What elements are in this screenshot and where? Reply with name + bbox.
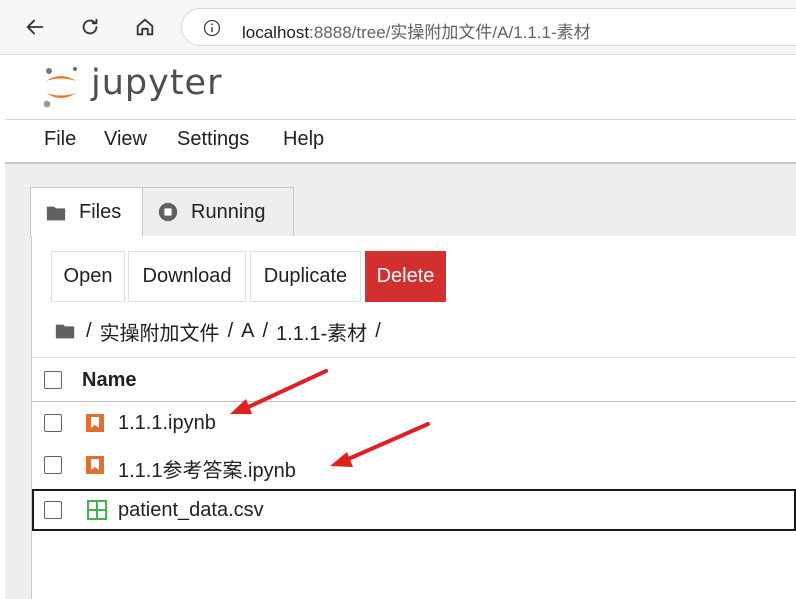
file-name[interactable]: patient_data.csv (118, 499, 264, 522)
jupyter-wordmark[interactable]: jupyter (91, 63, 222, 103)
spreadsheet-icon (87, 500, 107, 520)
notebook-icon (86, 414, 104, 432)
tab-files[interactable]: Files (30, 187, 143, 237)
row-checkbox[interactable] (44, 501, 62, 519)
reload-button[interactable] (73, 10, 107, 44)
breadcrumb-segment[interactable]: 1.1.1-素材 (276, 317, 367, 346)
select-all-checkbox[interactable] (44, 371, 62, 389)
notebook-icon (86, 456, 104, 474)
refresh-icon (82, 18, 98, 35)
breadcrumb-separator: / (86, 319, 92, 342)
breadcrumb: / 实操附加文件 / A / 1.1.1-素材 / (54, 317, 389, 346)
tab-running[interactable]: Running (142, 187, 294, 237)
tab-files-label: Files (79, 201, 122, 223)
arrow-left-icon (26, 19, 44, 35)
row-checkbox[interactable] (44, 456, 62, 474)
file-row-selected[interactable]: patient_data.csv (32, 489, 796, 531)
file-name[interactable]: 1.1.1.ipynb (118, 412, 216, 435)
menubar: File View Settings Help (5, 120, 796, 164)
back-button[interactable] (18, 10, 52, 44)
menu-settings[interactable]: Settings (177, 128, 249, 151)
breadcrumb-separator: / (375, 319, 381, 342)
folder-icon (46, 206, 66, 220)
url-path: :8888/tree/实操附加文件/A/1.1.1-素材 (309, 23, 591, 42)
stop-circle-icon (158, 202, 178, 222)
download-button[interactable]: Download (128, 251, 246, 302)
home-icon (136, 18, 154, 36)
jupyter-header: jupyter (5, 55, 796, 120)
menu-file[interactable]: File (44, 128, 76, 151)
breadcrumb-segment[interactable]: A (241, 320, 254, 343)
row-checkbox[interactable] (44, 414, 62, 432)
file-name[interactable]: 1.1.1参考答案.ipynb (118, 454, 296, 483)
breadcrumb-segment[interactable]: 实操附加文件 (100, 317, 220, 346)
duplicate-button[interactable]: Duplicate (250, 251, 361, 302)
file-row[interactable]: 1.1.1.ipynb (32, 402, 796, 444)
menu-view[interactable]: View (104, 128, 147, 151)
file-row[interactable]: 1.1.1参考答案.ipynb (32, 444, 796, 486)
breadcrumb-separator: / (262, 319, 269, 342)
browser-toolbar: localhost:8888/tree/实操附加文件/A/1.1.1-素材 (0, 0, 796, 55)
url-text[interactable]: localhost:8888/tree/实操附加文件/A/1.1.1-素材 (242, 18, 591, 43)
info-icon[interactable] (202, 18, 222, 38)
open-button[interactable]: Open (51, 251, 125, 302)
tab-running-label: Running (191, 200, 266, 223)
delete-button[interactable]: Delete (365, 251, 446, 302)
breadcrumb-separator: / (227, 319, 234, 342)
address-bar[interactable]: localhost:8888/tree/实操附加文件/A/1.1.1-素材 (181, 8, 796, 46)
menu-help[interactable]: Help (283, 128, 324, 151)
folder-icon[interactable] (54, 320, 76, 342)
jupyter-logo-icon[interactable] (42, 65, 80, 109)
home-button[interactable] (128, 10, 162, 44)
list-divider (32, 357, 796, 358)
url-host: localhost (242, 23, 310, 42)
name-column-header[interactable]: Name (82, 369, 136, 392)
